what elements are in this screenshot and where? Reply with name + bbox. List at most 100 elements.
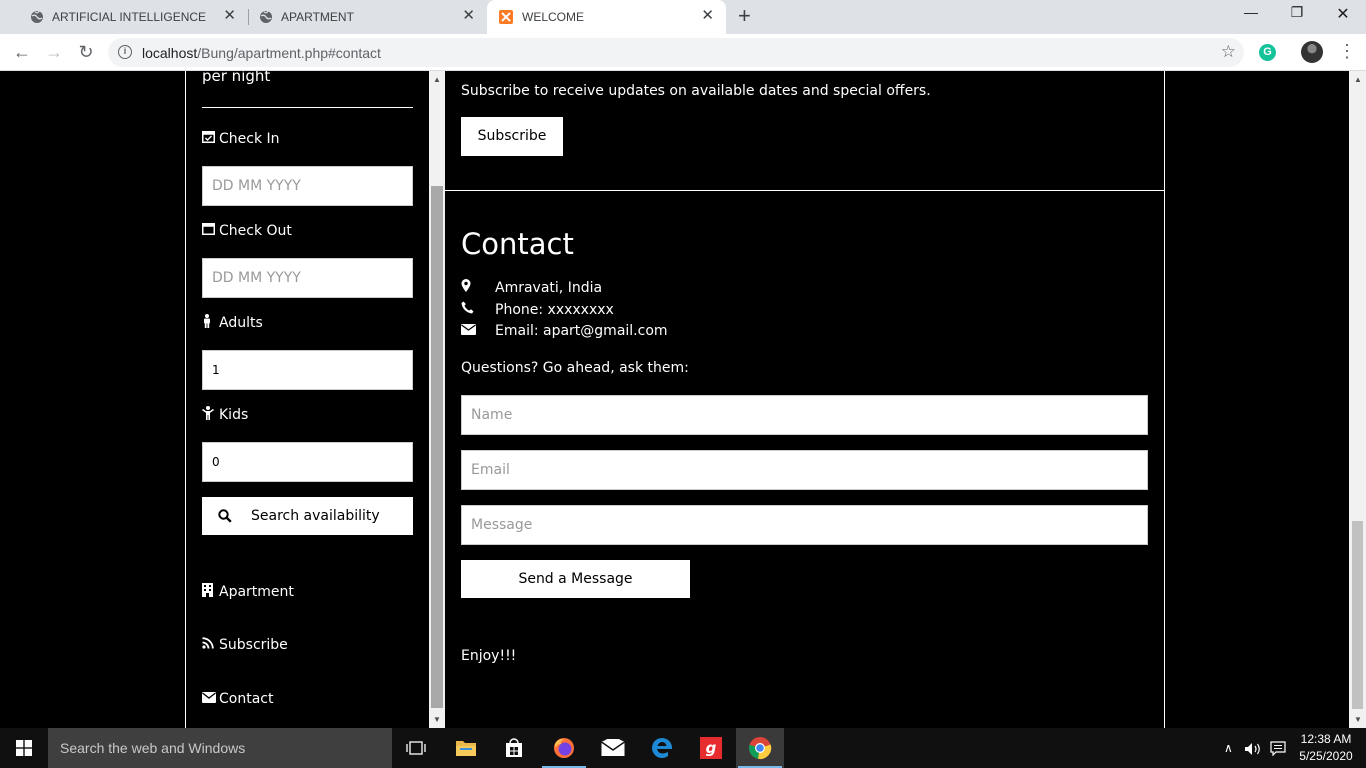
windows-logo-icon [16,740,32,756]
restore-button[interactable]: ❐ [1274,4,1320,21]
tab-welcome[interactable]: WELCOME ✕ [487,0,726,34]
sidebar-item-contact[interactable]: Contact [202,691,273,707]
message-input[interactable]: Message [461,505,1148,545]
building-icon [202,583,216,601]
tab-apartment[interactable]: APARTMENT ✕ [237,0,487,34]
gaana-button[interactable]: g [687,728,735,768]
calendar-icon [202,222,216,239]
sidebar-item-apartment[interactable]: Apartment [202,583,294,601]
taskbar-search-input[interactable]: Search the web and Windows [48,728,392,768]
close-tab-icon[interactable]: ✕ [462,8,475,24]
chrome-button[interactable] [736,728,784,768]
show-hidden-icons-button[interactable]: ∧ [1224,728,1233,768]
bookmark-star-icon[interactable]: ☆ [1221,42,1236,62]
url-path: /Bung/apartment.php#contact [197,45,381,61]
check-out-label: Check Out [202,222,292,239]
sidebar-scrollbar[interactable]: ▲ ▼ [429,71,445,728]
chrome-icon [749,737,772,760]
divider [202,107,413,108]
check-out-input[interactable]: DD MM YYYY [202,258,413,298]
adults-label: Adults [202,314,263,332]
globe-icon [260,10,272,23]
xampp-icon [499,10,513,24]
task-view-button[interactable] [392,728,440,768]
mail-button[interactable] [589,728,637,768]
scroll-up-arrow[interactable]: ▲ [433,75,441,84]
questions-prompt: Questions? Go ahead, ask them: [461,360,689,376]
store-bag-icon [506,738,522,757]
search-availability-label: Search availability [251,508,380,524]
booking-sidebar: per night Check In DD MM YYYY Check Out … [185,71,429,728]
kids-input[interactable]: 0 [202,442,413,482]
contact-heading: Contact [461,227,574,261]
clock-date: 5/25/2020 [1299,749,1353,763]
scroll-up-arrow[interactable]: ▲ [1354,75,1362,84]
forward-button[interactable]: → [42,41,66,63]
name-input[interactable]: Name [461,395,1148,435]
search-availability-button[interactable]: Search availability [202,497,413,535]
browser-menu-icon[interactable]: ⋮ [1338,40,1356,62]
subscribe-button[interactable]: Subscribe [461,117,563,156]
main-content: Subscribe to receive updates on availabl… [445,71,1165,728]
g-app-icon: g [700,737,722,759]
child-icon [202,406,216,424]
address-bar[interactable]: i localhost/Bung/apartment.php#contact ☆ [108,38,1244,67]
minimize-button[interactable]: — [1228,4,1274,20]
taskbar: Search the web and Windows g ∧ 12:38 AM … [0,728,1366,768]
folder-icon [456,741,476,756]
reload-button[interactable]: ↻ [74,41,98,63]
taskbar-clock[interactable]: 12:38 AM 5/25/2020 [1294,731,1358,765]
store-button[interactable] [490,728,538,768]
task-view-icon [406,741,426,755]
scrollbar-thumb[interactable] [431,186,443,708]
check-out-label-text: Check Out [219,222,292,239]
tab-title: WELCOME [522,10,585,24]
firefox-button[interactable] [540,728,588,768]
action-center-icon[interactable] [1270,728,1286,768]
close-tab-icon[interactable]: ✕ [223,8,236,24]
browser-toolbar: ← → ↻ i localhost/Bung/apartment.php#con… [0,34,1366,71]
email-input[interactable]: Email [461,450,1148,490]
send-message-button[interactable]: Send a Message [461,560,690,598]
sidebar-item-subscribe[interactable]: Subscribe [202,637,288,653]
scroll-down-arrow[interactable]: ▼ [1354,715,1362,724]
map-marker-icon [461,279,495,296]
clock-time: 12:38 AM [1300,732,1352,746]
page-scrollbar[interactable]: ▲ ▼ [1349,71,1366,728]
calendar-check-icon [202,130,216,147]
sidebar-item-label: Contact [219,691,274,707]
kids-label-text: Kids [219,407,249,423]
close-window-button[interactable]: ✕ [1320,4,1366,24]
rss-icon [202,637,216,653]
file-explorer-button[interactable] [442,728,490,768]
info-icon[interactable]: i [118,45,132,59]
back-button[interactable]: ← [10,41,34,63]
tab-strip: ARTIFICIAL INTELLIGENCE ✕ APARTMENT ✕ WE… [0,0,1366,34]
edge-button[interactable] [638,728,686,768]
envelope-icon [461,323,495,339]
close-tab-icon[interactable]: ✕ [701,8,714,24]
check-in-label: Check In [202,130,280,147]
email-text: Email: apart@gmail.com [495,323,668,339]
location-text: Amravati, India [495,279,603,296]
section-divider [445,190,1164,191]
price-unit-text: per night [202,71,271,85]
phone-text: Phone: xxxxxxxx [495,301,614,318]
scrollbar-thumb[interactable] [1352,521,1363,709]
mail-icon [601,739,625,756]
new-tab-button[interactable]: + [738,5,751,27]
check-in-input[interactable]: DD MM YYYY [202,166,413,206]
adults-input[interactable]: 1 [202,350,413,390]
sidebar-item-label: Apartment [219,584,294,600]
url-text: localhost/Bung/apartment.php#contact [142,45,381,61]
start-button[interactable] [0,728,48,768]
volume-icon[interactable] [1244,728,1264,768]
enjoy-text: Enjoy!!! [461,648,517,664]
scroll-down-arrow[interactable]: ▼ [433,715,441,724]
tab-artificial-intelligence[interactable]: ARTIFICIAL INTELLIGENCE ✕ [8,0,248,34]
url-host: localhost [142,45,198,61]
grammarly-extension-icon[interactable]: G [1259,44,1276,61]
profile-avatar[interactable] [1301,41,1323,63]
check-in-label-text: Check In [219,130,280,147]
edge-icon [652,737,673,758]
